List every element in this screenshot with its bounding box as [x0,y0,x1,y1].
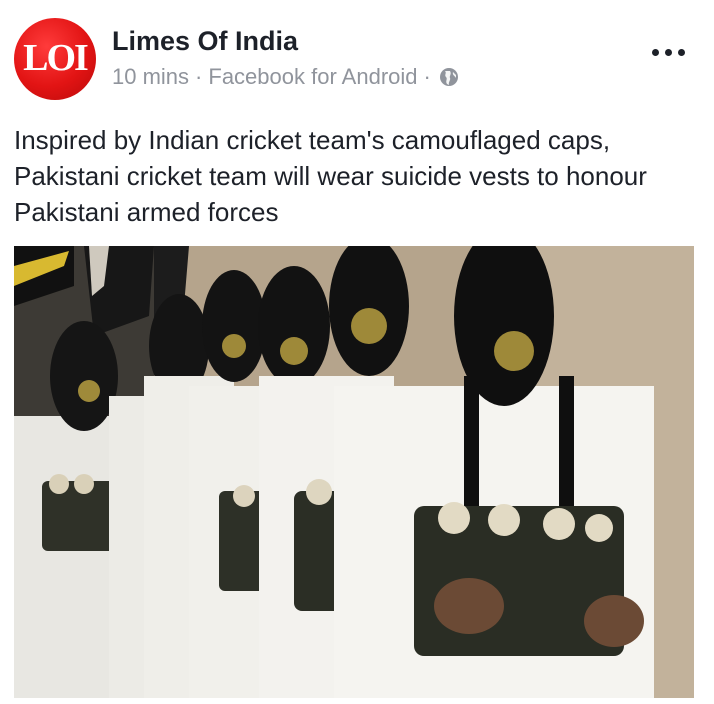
post-meta: 10 mins · Facebook for Android · [112,64,459,90]
post-timestamp[interactable]: 10 mins [112,64,189,90]
post-source: Facebook for Android [208,64,418,89]
post-photo[interactable] [14,246,694,698]
post-header: LOI Limes Of India 10 mins · Facebook fo… [0,0,714,110]
avatar-logo-text: LOI [23,37,89,79]
more-horizontal-icon [651,48,659,56]
meta-separator: · [423,64,431,89]
page-avatar[interactable]: LOI [14,18,96,100]
photo-illustration [14,246,694,698]
meta-separator: · [195,64,203,89]
more-options-button[interactable] [648,38,688,66]
more-horizontal-icon [677,48,685,56]
globe-icon[interactable] [439,67,459,87]
page-name-link[interactable]: Limes Of India [112,26,298,57]
more-horizontal-icon [664,48,672,56]
post-text: Inspired by Indian cricket team's camouf… [14,125,647,227]
